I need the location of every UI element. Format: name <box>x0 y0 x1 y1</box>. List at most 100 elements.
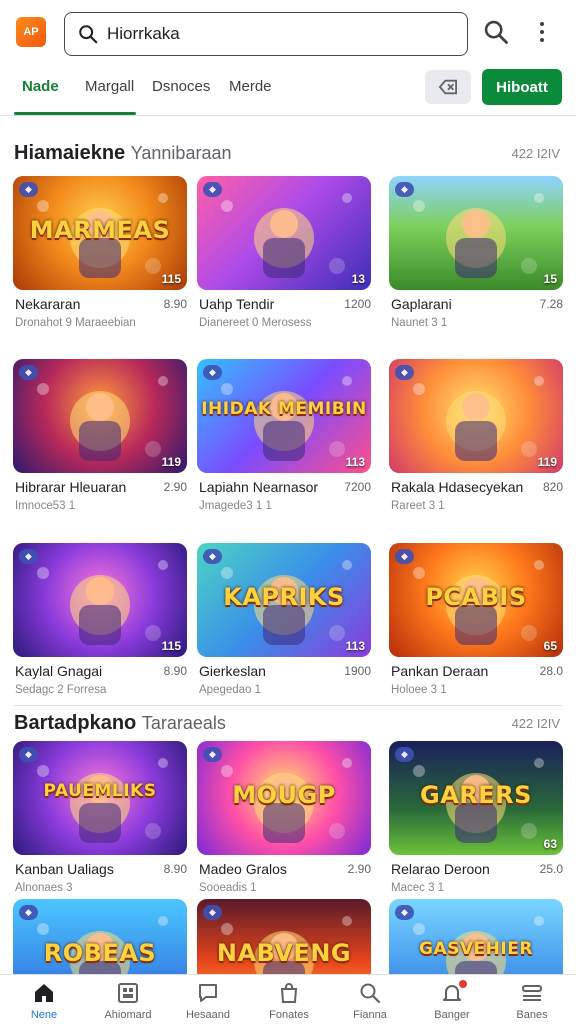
card-title-row: Lapiahn Nearnasor 7200 <box>197 479 371 499</box>
thumbnail-badge: ◆ <box>395 365 414 380</box>
thumbnail-count: 113 <box>345 455 365 469</box>
search-box[interactable] <box>64 12 468 56</box>
card-subtitle: Naunet 3 1 <box>391 317 448 329</box>
active-tab-indicator <box>14 112 136 115</box>
game-thumbnail[interactable]: ◆ KAPRIKS 113 <box>197 543 371 657</box>
card-price: 1900 <box>344 664 371 678</box>
card-title-row: Gaplarani 7.28 <box>389 296 563 316</box>
more-options-icon[interactable] <box>530 20 554 44</box>
tab-dsnoces[interactable]: Dsnoces <box>152 78 210 95</box>
thumbnail-count: 15 <box>543 272 557 286</box>
bottom-navigation: Nene Ahiomard Hesaand Fonates Fianna Ban… <box>0 974 576 1024</box>
home-icon <box>32 981 56 1005</box>
nav-item-menu[interactable]: Banes <box>497 981 567 1021</box>
thumbnail-logo-text: MARMEAS <box>29 216 171 244</box>
game-card[interactable]: ◆ 15 Gaplarani 7.28 Naunet 3 1 <box>389 176 563 329</box>
search-icon[interactable] <box>482 18 510 46</box>
card-title-row: Pankan Deraan 28.0 <box>389 663 563 683</box>
section-title: Hiamaiekne Yannibaraan <box>14 142 231 165</box>
section-meta: 422 I2IV <box>511 146 560 161</box>
top-bar: AP <box>0 0 576 66</box>
thumbnail-logo-text: GARERS <box>420 781 532 809</box>
card-subtitle: Rareet 3 1 <box>391 500 445 512</box>
card-price: 2.90 <box>163 480 187 494</box>
nav-item-chat[interactable]: Hesaand <box>173 981 243 1021</box>
card-price: 8.90 <box>163 297 187 311</box>
nav-item-bag[interactable]: Fonates <box>254 981 324 1021</box>
nav-item-search[interactable]: Fianna <box>335 981 405 1021</box>
thumbnail-badge: ◆ <box>203 365 222 380</box>
section-divider <box>14 705 562 706</box>
tab-margall[interactable]: Margall <box>85 78 134 95</box>
dashboard-icon <box>116 981 140 1005</box>
game-thumbnail[interactable]: ◆ MARMEAS 115 <box>13 176 187 290</box>
game-card[interactable]: ◆ MOUGP Madeo Gralos 2.90 Sooeadis 1 <box>197 741 371 894</box>
card-price: 28.0 <box>539 664 563 678</box>
game-thumbnail[interactable]: ◆ MOUGP <box>197 741 371 855</box>
card-price: 25.0 <box>539 862 563 876</box>
search-input[interactable] <box>107 24 447 44</box>
card-price: 8.90 <box>163 862 187 876</box>
nav-item-home[interactable]: Nene <box>9 981 79 1021</box>
card-subtitle: Holoee 3 1 <box>391 684 447 696</box>
game-card[interactable]: ◆ PAUEMLIKS Kanban Ualiags 8.90 Alnonaes 3 <box>13 741 187 894</box>
game-thumbnail[interactable]: ◆ 13 <box>197 176 371 290</box>
nav-label: Banger <box>434 1009 470 1021</box>
chat-icon <box>196 981 220 1005</box>
filter-button[interactable] <box>425 70 471 104</box>
game-card[interactable]: ◆ 13 Uahp Tendir 1200 Dianereet 0 Merosess <box>197 176 371 329</box>
nav-item-dashboard[interactable]: Ahiomard <box>93 981 163 1021</box>
nav-label: Fianna <box>353 1009 387 1021</box>
section-title-strong: Hiamaiekne <box>14 142 126 164</box>
card-title: Madeo Gralos <box>199 861 287 877</box>
game-card[interactable]: ◆ 115 Kaylal Gnagai 8.90 Sedagc 2 Forresa <box>13 543 187 696</box>
thumbnail-badge: ◆ <box>203 747 222 762</box>
game-thumbnail[interactable]: ◆ 15 <box>389 176 563 290</box>
game-thumbnail[interactable]: ◆ GARERS 63 <box>389 741 563 855</box>
game-card[interactable]: ◆ GARERS 63 Relarao Deroon 25.0 Macec 3 1 <box>389 741 563 894</box>
game-card[interactable]: ◆ IHIDAK MEMIBIN 113 Lapiahn Nearnasor 7200 J… <box>197 359 371 512</box>
thumbnail-logo-text: GASVEHIER <box>419 939 533 959</box>
menu-icon <box>520 981 544 1005</box>
game-card[interactable]: ◆ MARMEAS 115 Nekararan 8.90 Dronahot 9 Marae… <box>13 176 187 329</box>
card-title: Nekararan <box>15 296 81 312</box>
game-card[interactable]: ◆ 119 Hibrarar Hleuaran 2.90 Imnoce53 1 <box>13 359 187 512</box>
bag-icon <box>277 981 301 1005</box>
thumbnail-logo-text: MOUGP <box>232 781 336 809</box>
search-icon <box>358 981 382 1005</box>
nav-item-notifications[interactable]: Banger <box>417 980 487 1021</box>
thumbnail-count: 115 <box>161 272 181 286</box>
game-card[interactable]: ◆ KAPRIKS 113 Gierkeslan 1900 Apegedao 1 <box>197 543 371 696</box>
section-meta: 422 I2IV <box>511 716 560 731</box>
game-thumbnail[interactable]: ◆ 119 <box>13 359 187 473</box>
thumbnail-badge: ◆ <box>203 905 222 920</box>
nav-label: Fonates <box>269 1009 309 1021</box>
thumbnail-count: 119 <box>537 455 557 469</box>
thumbnail-art <box>389 176 563 290</box>
primary-action-button[interactable]: Hiboatt <box>482 69 562 105</box>
game-thumbnail[interactable]: ◆ IHIDAK MEMIBIN 113 <box>197 359 371 473</box>
game-thumbnail[interactable]: ◆ 115 <box>13 543 187 657</box>
nav-label: Ahiomard <box>104 1009 152 1021</box>
app-logo[interactable]: AP <box>16 17 46 47</box>
card-title: Kanban Ualiags <box>15 861 114 877</box>
card-subtitle: Alnonaes 3 <box>15 882 73 894</box>
thumbnail-logo-text: PAUEMLIKS <box>43 781 157 801</box>
game-thumbnail[interactable]: ◆ 119 <box>389 359 563 473</box>
thumbnail-badge: ◆ <box>395 182 414 197</box>
card-title-row: Relarao Deroon 25.0 <box>389 861 563 881</box>
game-card[interactable]: ◆ PCABIS 65 Pankan Deraan 28.0 Holoee 3 1 <box>389 543 563 696</box>
card-price: 7200 <box>344 480 371 494</box>
game-thumbnail[interactable]: ◆ PCABIS 65 <box>389 543 563 657</box>
card-title: Gaplarani <box>391 296 452 312</box>
thumbnail-logo-text: PCABIS <box>425 583 527 611</box>
nav-label: Banes <box>516 1009 548 1021</box>
card-title: Relarao Deroon <box>391 861 490 877</box>
thumbnail-badge: ◆ <box>19 905 38 920</box>
tab-nade[interactable]: Nade <box>22 78 59 95</box>
game-card[interactable]: ◆ 119 Rakala Hdasecyekan 820 Rareet 3 1 <box>389 359 563 512</box>
game-thumbnail[interactable]: ◆ PAUEMLIKS <box>13 741 187 855</box>
thumbnail-count: 13 <box>351 272 365 286</box>
card-title-row: Madeo Gralos 2.90 <box>197 861 371 881</box>
tab-merde[interactable]: Merde <box>229 78 272 95</box>
